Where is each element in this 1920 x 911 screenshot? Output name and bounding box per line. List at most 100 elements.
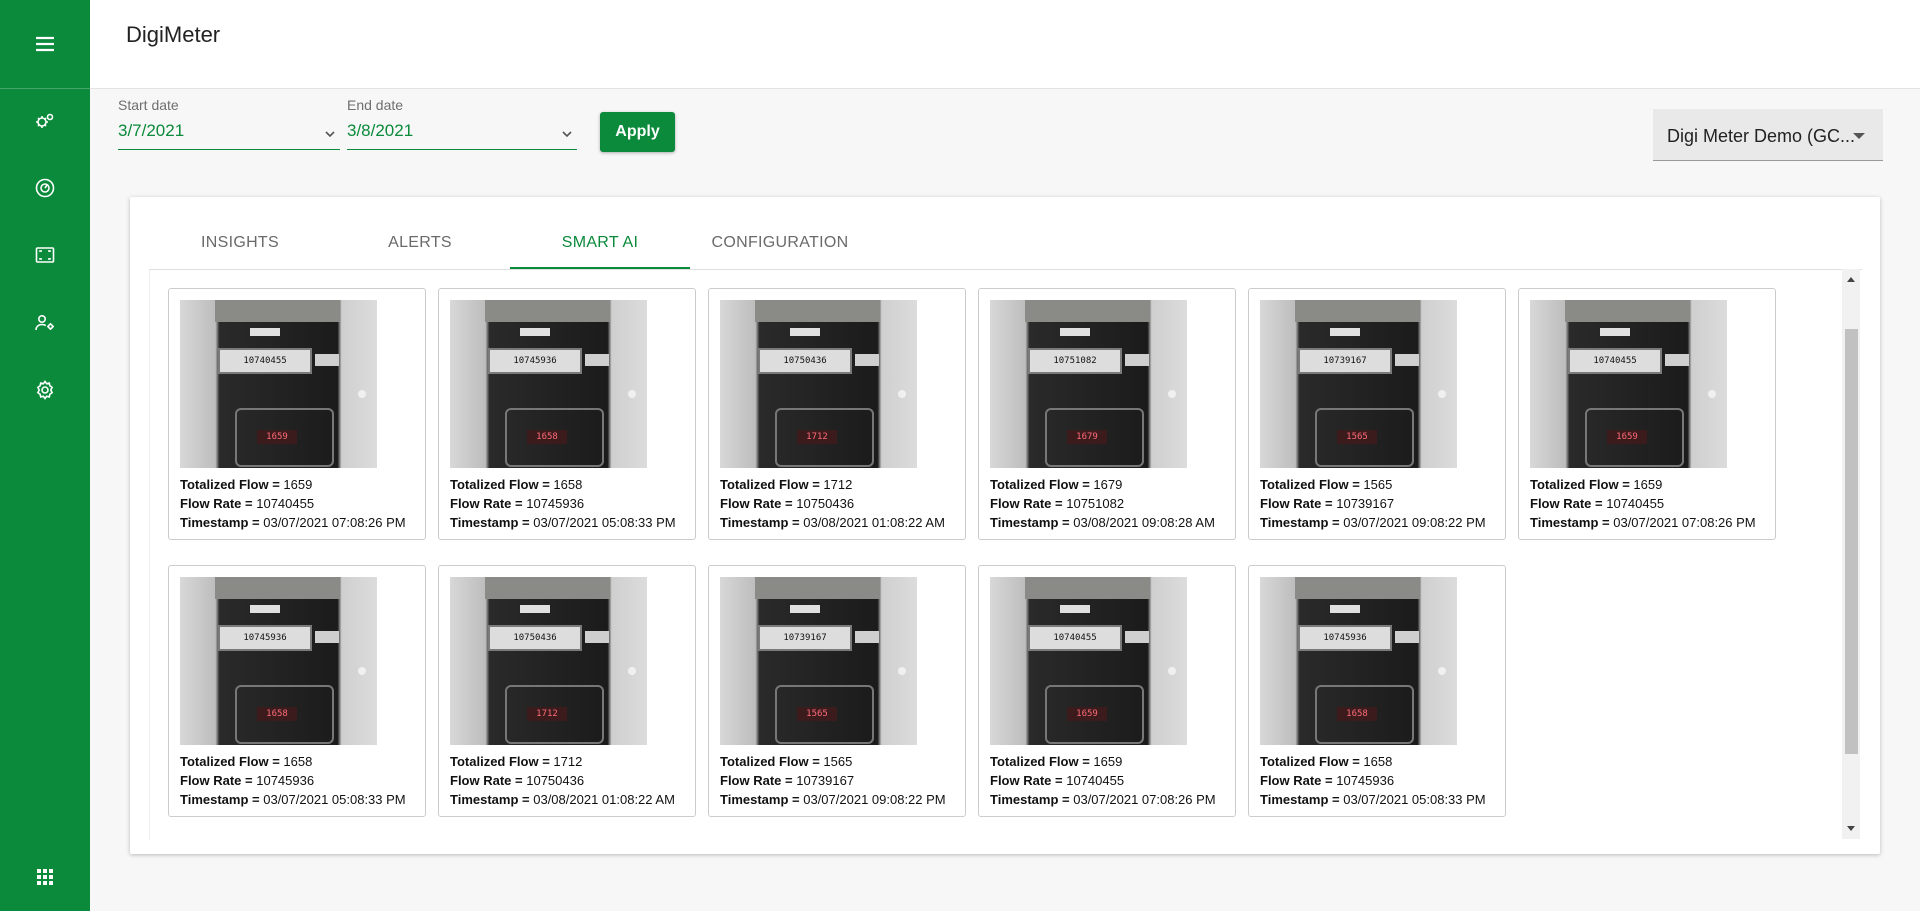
tab-insights[interactable]: INSIGHTS [150,219,330,267]
scroll-up-icon[interactable] [1847,277,1855,282]
reading-card[interactable]: 10740455 1659 Totalized Flow = 1659 Flow… [1518,288,1776,540]
totalized-flow-value: 1659 [1633,477,1663,492]
meter-counter-display: 10750436 [758,348,852,374]
timestamp-label: Timestamp = [1260,792,1340,807]
flow-rate-label: Flow Rate = [990,496,1063,511]
readings-grid: 10740455 1659 Totalized Flow = 1659 Flow… [168,288,1828,840]
totalized-flow-value: 1565 [823,754,853,769]
totalized-flow-label: Totalized Flow = [1530,477,1630,492]
timestamp-label: Timestamp = [1530,515,1610,530]
end-date-value[interactable]: 3/8/2021 [347,121,577,141]
reading-meta: Totalized Flow = 1679 Flow Rate = 107510… [990,475,1235,532]
start-date-field[interactable]: Start date 3/7/2021 [118,97,340,150]
meter-photo[interactable]: 10740455 1659 [180,300,377,468]
reading-card[interactable]: 10750436 1712 Totalized Flow = 1712 Flow… [708,288,966,540]
totalized-flow-value: 1712 [823,477,853,492]
sidebar-item-meters[interactable] [0,170,90,210]
timestamp-label: Timestamp = [450,792,530,807]
tab-configuration[interactable]: CONFIGURATION [690,219,870,267]
timestamp-label: Timestamp = [450,515,530,530]
timestamp-value: 03/07/2021 05:08:33 PM [263,792,406,807]
sidebar-item-map[interactable] [0,237,90,277]
sidebar-item-settings[interactable] [0,372,90,412]
meter-photo[interactable]: 10751082 1679 [990,300,1187,468]
meter-counter-display: 10740455 [218,348,312,374]
totalized-flow-value: 1565 [1363,477,1393,492]
timestamp-label: Timestamp = [180,792,260,807]
reading-meta: Totalized Flow = 1712 Flow Rate = 107504… [720,475,965,532]
sidebar-item-dashboard[interactable] [0,103,90,143]
sidebar-top [0,0,90,89]
readings-scroll-area[interactable]: 10740455 1659 Totalized Flow = 1659 Flow… [149,269,1862,840]
meter-lcd-display: 1712 [527,707,567,721]
flow-rate-label: Flow Rate = [450,496,523,511]
meter-lcd-display: 1659 [257,430,297,444]
meter-photo[interactable]: 10750436 1712 [450,577,647,745]
reading-card[interactable]: 10750436 1712 Totalized Flow = 1712 Flow… [438,565,696,817]
reading-meta: Totalized Flow = 1658 Flow Rate = 107459… [450,475,695,532]
meter-photo[interactable]: 10750436 1712 [720,300,917,468]
timestamp-value: 03/07/2021 09:08:22 PM [1343,515,1486,530]
totalized-flow-label: Totalized Flow = [180,477,280,492]
apps-grid-icon [33,865,57,894]
totalized-flow-row: Totalized Flow = 1565 [720,752,965,771]
meter-photo[interactable]: 10739167 1565 [720,577,917,745]
timestamp-value: 03/08/2021 09:08:28 AM [1073,515,1215,530]
timestamp-row: Timestamp = 03/08/2021 01:08:22 AM [450,790,695,809]
sidebar-item-apps[interactable] [0,859,90,899]
reading-card[interactable]: 10745936 1658 Totalized Flow = 1658 Flow… [1248,565,1506,817]
flow-rate-row: Flow Rate = 10745936 [1260,771,1505,790]
reading-card[interactable]: 10739167 1565 Totalized Flow = 1565 Flow… [1248,288,1506,540]
flow-rate-label: Flow Rate = [450,773,523,788]
reading-card[interactable]: 10745936 1658 Totalized Flow = 1658 Flow… [438,288,696,540]
timestamp-label: Timestamp = [720,515,800,530]
reading-card[interactable]: 10740455 1659 Totalized Flow = 1659 Flow… [978,565,1236,817]
end-date-label: End date [347,97,404,113]
flow-rate-label: Flow Rate = [1260,773,1333,788]
reading-card[interactable]: 10751082 1679 Totalized Flow = 1679 Flow… [978,288,1236,540]
scroll-down-icon[interactable] [1847,826,1855,831]
reading-card[interactable]: 10745936 1658 Totalized Flow = 1658 Flow… [168,565,426,817]
scrollbar-thumb[interactable] [1845,329,1858,754]
start-date-value[interactable]: 3/7/2021 [118,121,340,141]
settings-icon [33,378,57,407]
meter-lcd-display: 1565 [1337,430,1377,444]
chevron-down-icon[interactable] [561,127,573,139]
meter-photo[interactable]: 10745936 1658 [450,300,647,468]
tab-alerts[interactable]: ALERTS [330,219,510,267]
sidebar-item-users[interactable] [0,305,90,345]
reading-meta: Totalized Flow = 1659 Flow Rate = 107404… [1530,475,1775,532]
timestamp-value: 03/07/2021 05:08:33 PM [533,515,676,530]
meter-photo[interactable]: 10745936 1658 [180,577,377,745]
organization-select[interactable]: Digi Meter Demo (GC... [1653,109,1883,161]
flow-rate-row: Flow Rate = 10751082 [990,494,1235,513]
tab-smart-ai[interactable]: SMART AI [510,219,690,269]
reading-meta: Totalized Flow = 1659 Flow Rate = 107404… [180,475,425,532]
meter-counter-display: 10745936 [1298,625,1392,651]
reading-card[interactable]: 10739167 1565 Totalized Flow = 1565 Flow… [708,565,966,817]
meter-counter-display: 10739167 [758,625,852,651]
chevron-down-icon[interactable] [324,127,336,139]
flow-rate-label: Flow Rate = [720,773,793,788]
meter-photo[interactable]: 10739167 1565 [1260,300,1457,468]
totalized-flow-row: Totalized Flow = 1659 [990,752,1235,771]
totalized-flow-value: 1659 [283,477,313,492]
tab-bar: INSIGHTS ALERTS SMART AI CONFIGURATION [150,219,870,269]
apply-button[interactable]: Apply [600,112,675,152]
menu-icon[interactable] [25,24,65,64]
flow-rate-value: 10745936 [256,773,315,788]
meter-photo[interactable]: 10740455 1659 [990,577,1187,745]
vertical-scrollbar[interactable] [1842,269,1860,839]
end-date-field[interactable]: End date 3/8/2021 [347,97,577,150]
reading-meta: Totalized Flow = 1658 Flow Rate = 107459… [1260,752,1505,809]
timestamp-row: Timestamp = 03/08/2021 09:08:28 AM [990,513,1235,532]
flow-rate-value: 10739167 [1336,496,1395,511]
meter-photo[interactable]: 10745936 1658 [1260,577,1457,745]
meter-lcd-display: 1565 [797,707,837,721]
reading-card[interactable]: 10740455 1659 Totalized Flow = 1659 Flow… [168,288,426,540]
meter-photo[interactable]: 10740455 1659 [1530,300,1727,468]
meter-counter-display: 10751082 [1028,348,1122,374]
totalized-flow-row: Totalized Flow = 1658 [450,475,695,494]
timestamp-row: Timestamp = 03/07/2021 09:08:22 PM [1260,513,1505,532]
meter-lcd-display: 1679 [1067,430,1107,444]
